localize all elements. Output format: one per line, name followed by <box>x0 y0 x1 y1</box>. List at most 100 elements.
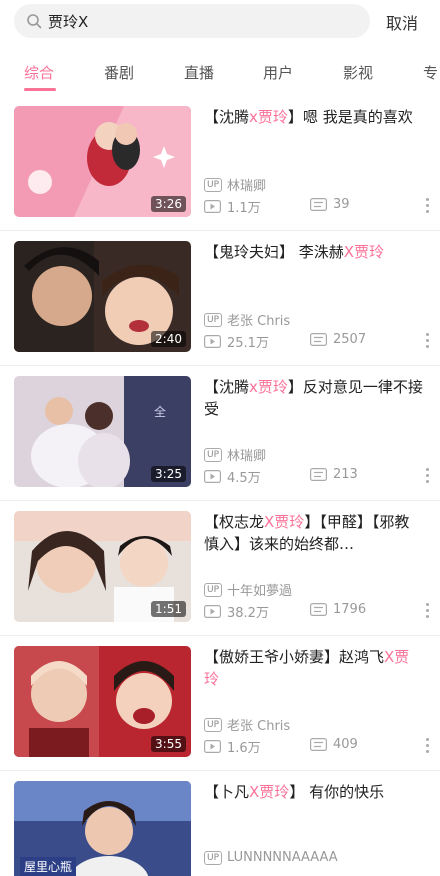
video-list-item[interactable]: 3:26 【沈腾x贾玲】嗯 我是真的喜欢 UP 林瑞卿 1.1万 39 <box>0 96 440 231</box>
up-badge-icon: UP <box>204 312 223 327</box>
thumbnail-caption: 屋里心瓶 <box>20 857 77 876</box>
search-input[interactable]: 贾玲X <box>14 4 370 38</box>
title-keyword-highlight: 贾玲 <box>259 783 290 801</box>
search-result-tabs: 综合 番剧 直播 用户 影视 专 <box>0 52 440 96</box>
tab-bangumi[interactable]: 番剧 <box>104 62 134 83</box>
video-thumbnail[interactable]: 全 3:25 <box>14 376 191 487</box>
video-title[interactable]: 【鬼玲夫妇】 李洙赫X贾玲 <box>204 241 424 263</box>
more-options-icon[interactable] <box>426 333 430 348</box>
video-thumbnail[interactable]: 3:26 <box>14 106 191 217</box>
video-title[interactable]: 【沈腾x贾玲】反对意见一律不接受 <box>204 376 424 420</box>
video-thumbnail[interactable]: 1:51 <box>14 511 191 622</box>
title-text: 【权志龙 <box>204 513 265 531</box>
title-keyword-highlight: X <box>264 513 275 531</box>
play-count: 25.1万 <box>204 332 269 351</box>
tab-movies[interactable]: 影视 <box>343 62 373 83</box>
title-keyword-highlight: x <box>249 378 258 396</box>
uploader-name: 老张 Chris <box>227 314 291 329</box>
cancel-button[interactable]: 取消 <box>386 10 418 34</box>
play-icon <box>204 605 221 618</box>
video-title[interactable]: 【沈腾x贾玲】嗯 我是真的喜欢 <box>204 106 424 128</box>
uploader-info[interactable]: UP 老张 Chris <box>204 310 290 329</box>
up-badge-icon: UP <box>204 582 223 597</box>
title-keyword-highlight: X <box>384 648 395 666</box>
danmaku-icon <box>310 333 327 346</box>
play-icon <box>204 200 221 213</box>
more-options-icon[interactable] <box>426 603 430 618</box>
title-text: 】 有你的快乐 <box>289 783 385 801</box>
danmaku-count: 2507 <box>310 332 366 347</box>
video-duration: 3:26 <box>151 196 186 212</box>
danmaku-icon <box>310 603 327 616</box>
video-duration: 3:55 <box>151 736 186 752</box>
play-icon <box>204 740 221 753</box>
video-stats: 4.5万 213 <box>204 467 440 487</box>
danmaku-count: 39 <box>310 197 350 212</box>
tab-all[interactable]: 综合 <box>24 62 54 83</box>
video-thumbnail[interactable]: 屋里心瓶 <box>14 781 191 876</box>
uploader-info[interactable]: UP 十年如夢過 <box>204 580 292 599</box>
danmaku-count: 1796 <box>310 602 366 617</box>
video-thumbnail[interactable]: 2:40 <box>14 241 191 352</box>
play-count: 38.2万 <box>204 602 269 621</box>
tab-topics[interactable]: 专 <box>423 62 438 83</box>
title-text: 【鬼玲夫妇】 李洙赫 <box>204 243 344 261</box>
up-badge-icon: UP <box>204 177 223 192</box>
search-query-text: 贾玲X <box>48 12 89 31</box>
video-duration: 3:25 <box>151 466 186 482</box>
video-list-item[interactable]: 全 3:25 【沈腾x贾玲】反对意见一律不接受 UP 林瑞卿 4.5万 213 <box>0 366 440 501</box>
video-stats: 25.1万 2507 <box>204 332 440 352</box>
title-keyword-highlight: 贾玲 <box>257 108 288 126</box>
uploader-info[interactable]: UP LUNNNNNAAAAA <box>204 850 338 865</box>
up-badge-icon: UP <box>204 850 223 865</box>
video-duration: 1:51 <box>151 601 186 617</box>
video-stats: 38.2万 1796 <box>204 602 440 622</box>
up-badge-icon: UP <box>204 447 223 462</box>
tab-users[interactable]: 用户 <box>263 62 293 83</box>
uploader-name: LUNNNNNAAAAA <box>227 850 338 865</box>
title-text: 【傲娇王爷小娇妻】赵鸿飞 <box>204 648 385 666</box>
video-title[interactable]: 【权志龙X贾玲】【甲醛】【邪教慎入】该来的始终都… <box>204 511 424 555</box>
play-count: 1.6万 <box>204 737 261 756</box>
video-list-item[interactable]: 2:40 【鬼玲夫妇】 李洙赫X贾玲 UP 老张 Chris 25.1万 250… <box>0 231 440 366</box>
uploader-name: 林瑞卿 <box>227 449 267 464</box>
uploader-info[interactable]: UP 老张 Chris <box>204 715 290 734</box>
play-count: 1.1万 <box>204 197 261 216</box>
video-list-item[interactable]: 屋里心瓶 【卜凡X贾玲】 有你的快乐 UP LUNNNNNAAAAA <box>0 771 440 876</box>
video-title[interactable]: 【傲娇王爷小娇妻】赵鸿飞X贾玲 <box>204 646 424 690</box>
more-options-icon[interactable] <box>426 738 430 753</box>
title-text: 】嗯 我是真的喜欢 <box>287 108 413 126</box>
play-icon <box>204 470 221 483</box>
more-options-icon[interactable] <box>426 468 430 483</box>
video-title[interactable]: 【卜凡X贾玲】 有你的快乐 <box>204 781 424 803</box>
title-text: 【卜凡 <box>204 783 250 801</box>
tab-live[interactable]: 直播 <box>184 62 214 83</box>
danmaku-icon <box>310 468 327 481</box>
active-tab-indicator <box>24 88 56 91</box>
search-icon <box>27 14 42 29</box>
title-text: 【沈腾 <box>204 378 250 396</box>
play-icon <box>204 335 221 348</box>
video-list-item[interactable]: 1:51 【权志龙X贾玲】【甲醛】【邪教慎入】该来的始终都… UP 十年如夢過 … <box>0 501 440 636</box>
title-keyword-highlight: 贾玲 <box>274 513 305 531</box>
video-duration: 2:40 <box>151 331 186 347</box>
svg-text:全: 全 <box>154 404 166 419</box>
title-keyword-highlight: X <box>249 783 260 801</box>
danmaku-icon <box>310 198 327 211</box>
danmaku-count: 213 <box>310 467 358 482</box>
title-text: 【沈腾 <box>204 108 250 126</box>
danmaku-count: 409 <box>310 737 358 752</box>
video-thumbnail[interactable]: 3:55 <box>14 646 191 757</box>
uploader-info[interactable]: UP 林瑞卿 <box>204 445 266 464</box>
uploader-name: 老张 Chris <box>227 719 291 734</box>
title-keyword-highlight: 贾玲 <box>257 378 288 396</box>
uploader-name: 十年如夢過 <box>227 584 293 599</box>
danmaku-icon <box>310 738 327 751</box>
more-options-icon[interactable] <box>426 198 430 213</box>
title-keyword-highlight: X <box>343 243 355 261</box>
up-badge-icon: UP <box>204 717 223 732</box>
video-list-item[interactable]: 3:55 【傲娇王爷小娇妻】赵鸿飞X贾玲 UP 老张 Chris 1.6万 40… <box>0 636 440 771</box>
video-result-list: 3:26 【沈腾x贾玲】嗯 我是真的喜欢 UP 林瑞卿 1.1万 39 2:40… <box>0 96 440 876</box>
title-keyword-highlight: 贾玲 <box>354 243 385 261</box>
uploader-info[interactable]: UP 林瑞卿 <box>204 175 266 194</box>
